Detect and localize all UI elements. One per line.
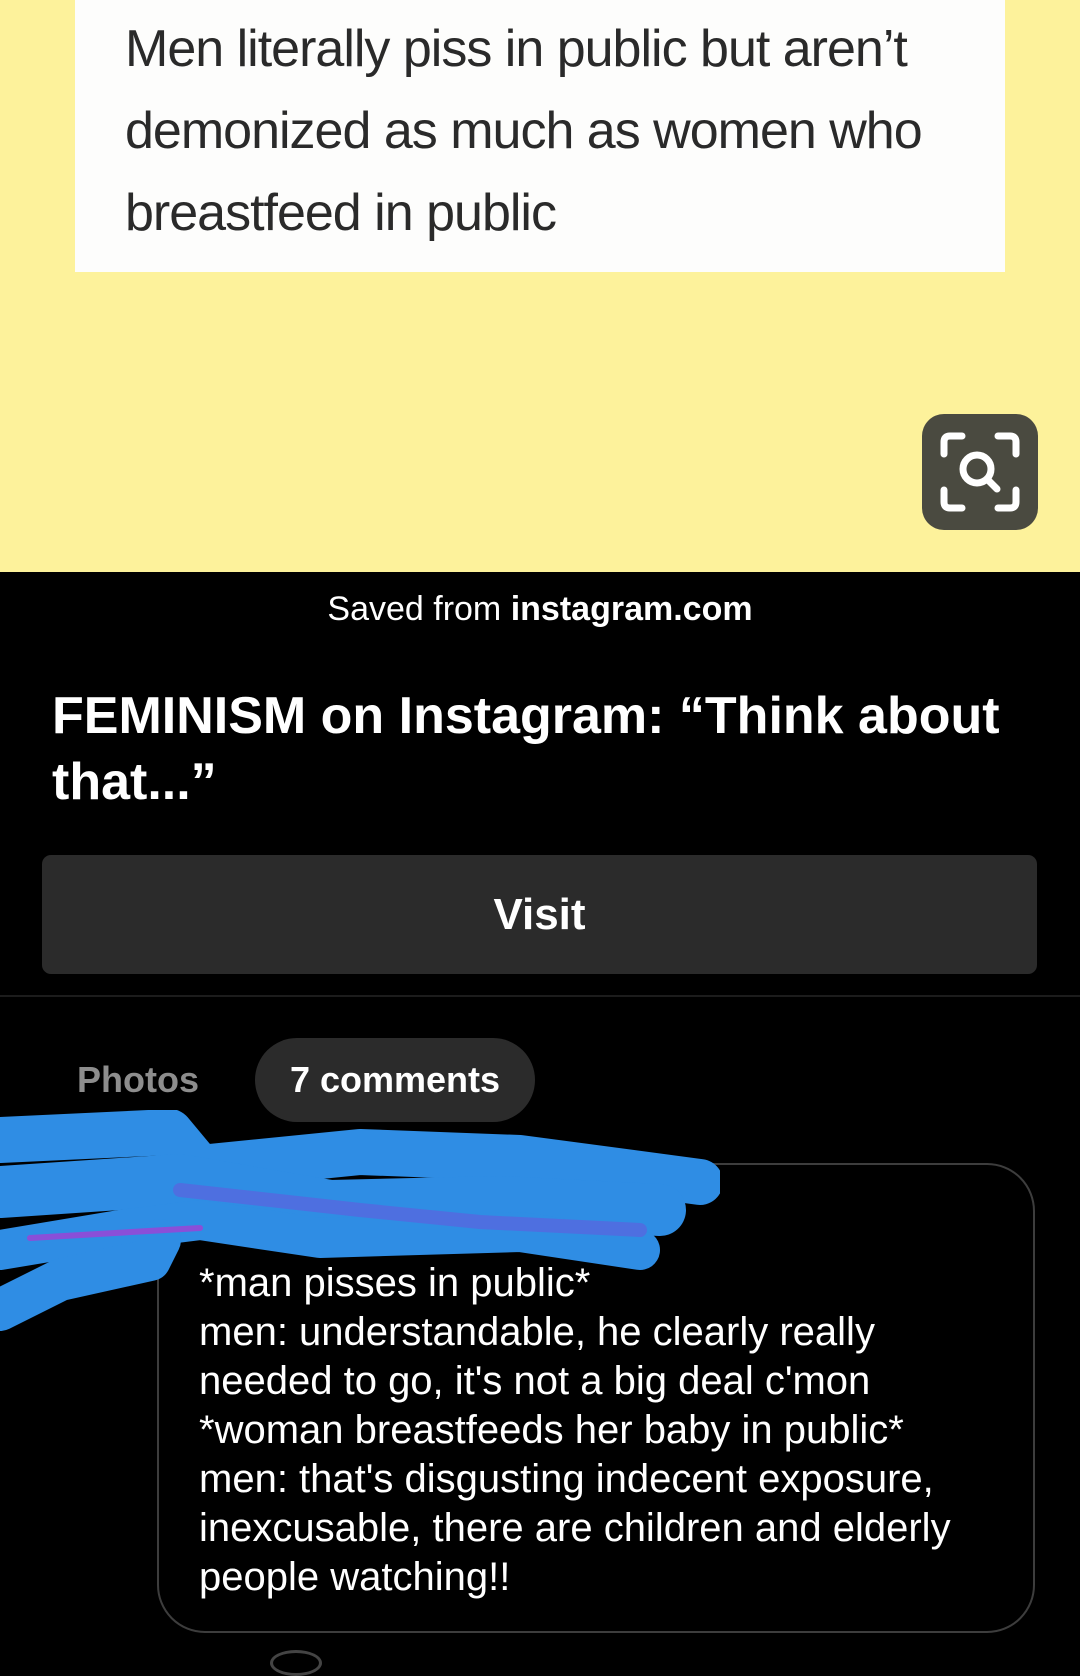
tab-photos[interactable]: Photos (52, 1040, 224, 1120)
quote-card: Men literally piss in public but aren’t … (75, 0, 1005, 272)
pin-image[interactable]: Men literally piss in public but aren’t … (0, 0, 1080, 572)
saved-from-prefix: Saved from (327, 590, 502, 628)
visual-search-icon (940, 432, 1020, 512)
divider (0, 995, 1080, 997)
redaction-scribble (0, 1110, 720, 1331)
visit-button[interactable]: Visit (42, 855, 1037, 974)
saved-from: Saved from instagram.com (0, 590, 1080, 629)
quote-text: Men literally piss in public but aren’t … (125, 20, 923, 242)
visual-search-button[interactable] (922, 414, 1038, 530)
pin-title: FEMINISM on Instagram: “Think about that… (52, 687, 1000, 811)
saved-from-domain[interactable]: instagram.com (511, 590, 753, 628)
avatar (270, 1650, 322, 1676)
